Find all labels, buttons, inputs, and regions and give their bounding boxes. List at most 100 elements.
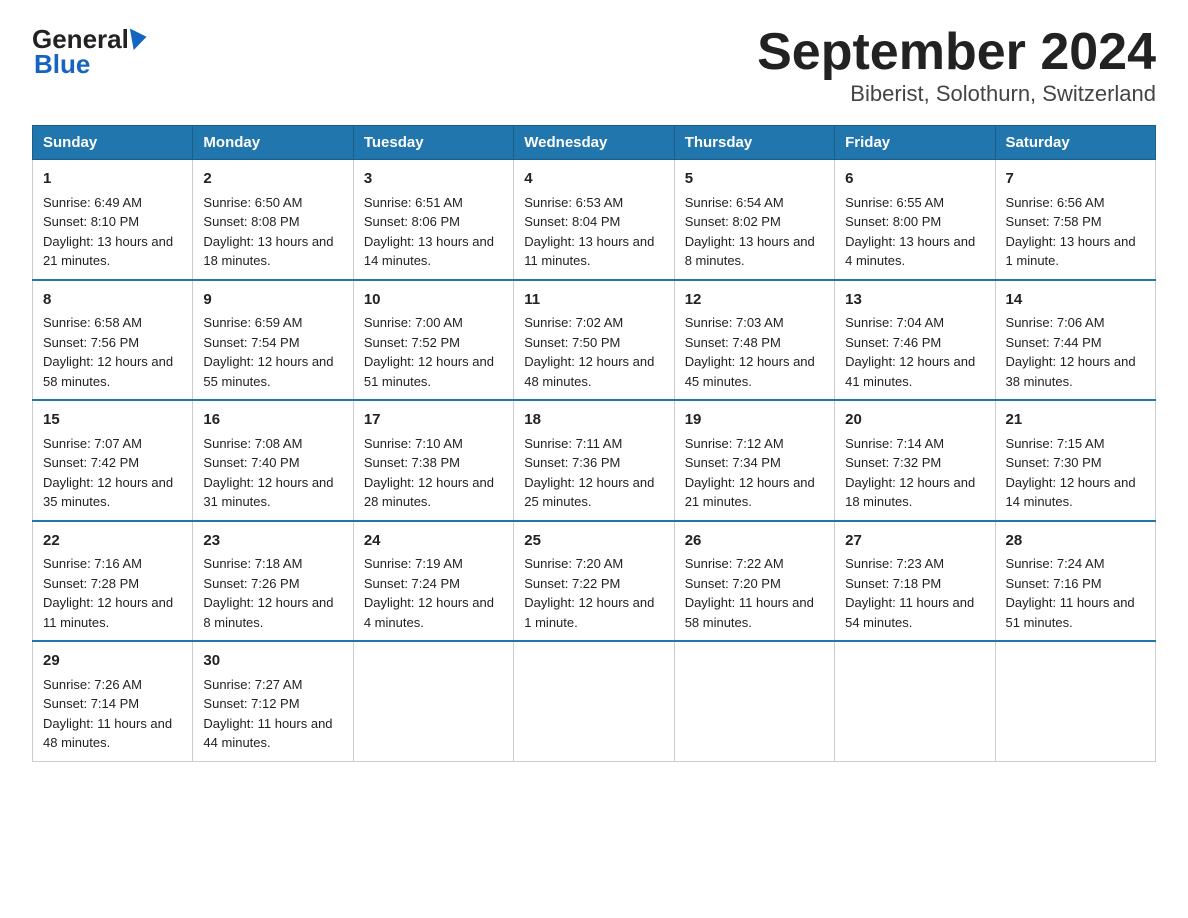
- sunset-text: Sunset: 7:38 PM: [364, 455, 460, 470]
- day-number: 20: [845, 409, 984, 432]
- daylight-text: Daylight: 13 hours and 21 minutes.: [43, 234, 173, 269]
- day-number: 4: [524, 168, 663, 191]
- sunset-text: Sunset: 8:04 PM: [524, 214, 620, 229]
- daylight-text: Daylight: 12 hours and 28 minutes.: [364, 475, 494, 510]
- sunset-text: Sunset: 7:36 PM: [524, 455, 620, 470]
- sunrise-text: Sunrise: 6:53 AM: [524, 195, 623, 210]
- day-number: 18: [524, 409, 663, 432]
- calendar-cell: 19Sunrise: 7:12 AMSunset: 7:34 PMDayligh…: [674, 400, 834, 521]
- sunset-text: Sunset: 7:42 PM: [43, 455, 139, 470]
- calendar-header-row: SundayMondayTuesdayWednesdayThursdayFrid…: [33, 126, 1156, 160]
- sunrise-text: Sunrise: 7:02 AM: [524, 315, 623, 330]
- sunset-text: Sunset: 7:40 PM: [203, 455, 299, 470]
- day-number: 6: [845, 168, 984, 191]
- sunrise-text: Sunrise: 6:51 AM: [364, 195, 463, 210]
- daylight-text: Daylight: 11 hours and 51 minutes.: [1006, 595, 1135, 630]
- calendar-week-row: 22 Sunrise: 7:16 AM Sunset: 7:28 PM Dayligh…: [33, 521, 1156, 642]
- calendar-cell: 5Sunrise: 6:54 AMSunset: 8:02 PMDaylight…: [674, 160, 834, 280]
- sunrise-text: Sunrise: 6:54 AM: [685, 195, 784, 210]
- calendar-header-friday: Friday: [835, 126, 995, 160]
- sunset-text: Sunset: 7:54 PM: [203, 335, 299, 350]
- calendar-cell: 27Sunrise: 7:23 AMSunset: 7:18 PMDayligh…: [835, 521, 995, 642]
- day-number: 25: [524, 530, 663, 553]
- daylight-text: Daylight: 12 hours and 58 minutes.: [43, 354, 173, 389]
- sunrise-text: Sunrise: 7:08 AM: [203, 436, 302, 451]
- sunrise-text: Sunrise: 6:58 AM: [43, 315, 142, 330]
- calendar-cell: 7Sunrise: 6:56 AMSunset: 7:58 PMDaylight…: [995, 160, 1155, 280]
- sunset-text: Sunset: 7:48 PM: [685, 335, 781, 350]
- sunset-text: Sunset: 7:28 PM: [43, 576, 139, 591]
- sunrise-text: Sunrise: 7:19 AM: [364, 556, 463, 571]
- daylight-text: Daylight: 12 hours and 51 minutes.: [364, 354, 494, 389]
- day-number: 21: [1006, 409, 1145, 432]
- calendar-week-row: 29Sunrise: 7:26 AMSunset: 7:14 PMDayligh…: [33, 641, 1156, 761]
- day-number: 9: [203, 289, 342, 312]
- calendar-cell: 15Sunrise: 7:07 AMSunset: 7:42 PMDayligh…: [33, 400, 193, 521]
- calendar-cell: 26Sunrise: 7:22 AMSunset: 7:20 PMDayligh…: [674, 521, 834, 642]
- daylight-text: Daylight: 11 hours and 44 minutes.: [203, 716, 332, 751]
- day-number: 11: [524, 289, 663, 312]
- day-number: 24: [364, 530, 503, 553]
- sunset-text: Sunset: 8:00 PM: [845, 214, 941, 229]
- calendar-header-sunday: Sunday: [33, 126, 193, 160]
- day-number: 22: [43, 530, 182, 553]
- sunset-text: Sunset: 7:24 PM: [364, 576, 460, 591]
- sunrise-text: Sunrise: 7:18 AM: [203, 556, 302, 571]
- calendar-cell: 25Sunrise: 7:20 AMSunset: 7:22 PMDayligh…: [514, 521, 674, 642]
- calendar-header-saturday: Saturday: [995, 126, 1155, 160]
- sunrise-text: Sunrise: 7:16 AM: [43, 556, 142, 571]
- sunrise-text: Sunrise: 7:10 AM: [364, 436, 463, 451]
- sunrise-text: Sunrise: 7:06 AM: [1006, 315, 1105, 330]
- day-number: 17: [364, 409, 503, 432]
- logo-blue-text: Blue: [34, 49, 90, 80]
- sunrise-text: Sunrise: 7:12 AM: [685, 436, 784, 451]
- calendar-cell: 11 Sunrise: 7:02 AM Sunset: 7:50 PM Dayligh…: [514, 280, 674, 401]
- sunrise-text: Sunrise: 6:50 AM: [203, 195, 302, 210]
- day-number: 26: [685, 530, 824, 553]
- sunset-text: Sunset: 7:20 PM: [685, 576, 781, 591]
- calendar-cell: 9Sunrise: 6:59 AMSunset: 7:54 PMDaylight…: [193, 280, 353, 401]
- calendar-cell: [674, 641, 834, 761]
- sunset-text: Sunset: 7:12 PM: [203, 696, 299, 711]
- daylight-text: Daylight: 12 hours and 55 minutes.: [203, 354, 333, 389]
- daylight-text: Daylight: 12 hours and 25 minutes.: [524, 475, 654, 510]
- calendar-header-tuesday: Tuesday: [353, 126, 513, 160]
- title-area: September 2024 Biberist, Solothurn, Swit…: [757, 24, 1156, 107]
- daylight-text: Daylight: 12 hours and 4 minutes.: [364, 595, 494, 630]
- daylight-text: Daylight: 12 hours and 48 minutes.: [524, 354, 654, 389]
- calendar-cell: 28Sunrise: 7:24 AMSunset: 7:16 PMDayligh…: [995, 521, 1155, 642]
- calendar-cell: 2Sunrise: 6:50 AMSunset: 8:08 PMDaylight…: [193, 160, 353, 280]
- calendar-cell: 24 Sunrise: 7:19 AM Sunset: 7:24 PM Dayligh…: [353, 521, 513, 642]
- sunset-text: Sunset: 7:18 PM: [845, 576, 941, 591]
- calendar-cell: 1Sunrise: 6:49 AMSunset: 8:10 PMDaylight…: [33, 160, 193, 280]
- sunset-text: Sunset: 7:52 PM: [364, 335, 460, 350]
- day-number: 23: [203, 530, 342, 553]
- calendar-table: SundayMondayTuesdayWednesdayThursdayFrid…: [32, 125, 1156, 762]
- calendar-cell: [835, 641, 995, 761]
- sunrise-text: Sunrise: 7:20 AM: [524, 556, 623, 571]
- calendar-week-row: 15 Sunrise: 7:07 AM Sunset: 7:42 PM Dayligh…: [33, 400, 1156, 521]
- daylight-text: Daylight: 12 hours and 18 minutes.: [845, 475, 975, 510]
- calendar-cell: 6Sunrise: 6:55 AMSunset: 8:00 PMDaylight…: [835, 160, 995, 280]
- daylight-text: Daylight: 12 hours and 8 minutes.: [203, 595, 333, 630]
- sunrise-text: Sunrise: 7:15 AM: [1006, 436, 1105, 451]
- calendar-cell: 17 Sunrise: 7:10 AM Sunset: 7:38 PM Dayligh…: [353, 400, 513, 521]
- daylight-text: Daylight: 12 hours and 31 minutes.: [203, 475, 333, 510]
- sunrise-text: Sunrise: 7:24 AM: [1006, 556, 1105, 571]
- sunset-text: Sunset: 7:46 PM: [845, 335, 941, 350]
- sunset-text: Sunset: 7:50 PM: [524, 335, 620, 350]
- sunrise-text: Sunrise: 6:49 AM: [43, 195, 142, 210]
- calendar-header-monday: Monday: [193, 126, 353, 160]
- page-title: September 2024: [757, 24, 1156, 81]
- day-number: 14: [1006, 289, 1145, 312]
- calendar-cell: 3Sunrise: 6:51 AMSunset: 8:06 PMDaylight…: [353, 160, 513, 280]
- sunset-text: Sunset: 7:32 PM: [845, 455, 941, 470]
- daylight-text: Daylight: 12 hours and 1 minute.: [524, 595, 654, 630]
- calendar-header-wednesday: Wednesday: [514, 126, 674, 160]
- calendar-cell: [995, 641, 1155, 761]
- day-number: 15: [43, 409, 182, 432]
- sunrise-text: Sunrise: 7:07 AM: [43, 436, 142, 451]
- calendar-cell: [514, 641, 674, 761]
- calendar-cell: 12Sunrise: 7:03 AMSunset: 7:48 PMDayligh…: [674, 280, 834, 401]
- daylight-text: Daylight: 12 hours and 38 minutes.: [1006, 354, 1136, 389]
